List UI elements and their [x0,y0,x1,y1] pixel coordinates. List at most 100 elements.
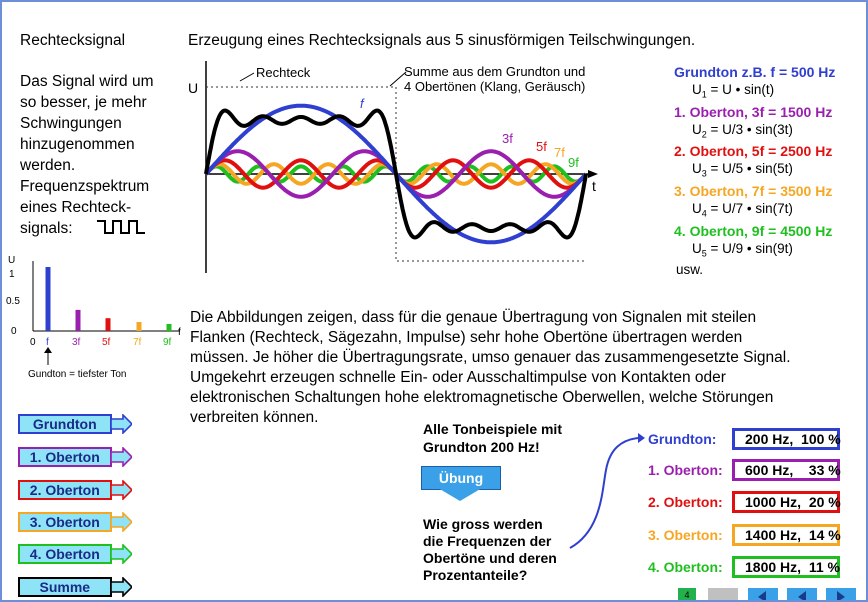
page-marker: 4 [678,588,696,600]
spectrum-y-tick: 1 [9,269,15,280]
harmonic-title: 3. Oberton, 7f = 3500 Hz [674,183,833,200]
spectrum-x-axis-label: f [178,327,181,338]
answer-value[interactable]: 1000 Hz, 20 % [732,491,841,513]
spectrum-y-label: U [8,255,15,266]
main-title: Erzeugung eines Rechtecksignals aus 5 si… [188,32,696,49]
answer-row: Grundton: 200 Hz, 100 % [648,426,841,452]
spectrum-bar [136,322,142,331]
spectrum-bar [105,318,111,331]
left-title: Rechtecksignal [20,32,126,49]
question-line: die Frequenzen der [423,533,552,549]
harmonic-formula: U1 = U • sin(t) [692,82,775,100]
play-button[interactable]: Summe [18,577,132,597]
spectrum-y-tick: 0 [11,326,17,337]
question-line: Prozentanteile? [423,567,528,583]
answer-value[interactable]: 600 Hz, 33 % [732,459,841,481]
spectrum-x-tick: 3f [72,337,81,348]
harmonic-formula: U3 = U/5 • sin(5t) [692,161,793,180]
curved-arrow-icon [569,433,645,549]
answer-row: 4. Oberton: 1800 Hz, 11 % [648,554,840,580]
square-wave-icon [97,220,145,234]
intro-line: hinzugenommen [20,136,135,153]
spectrum-x-tick: 5f [102,337,111,348]
rechteck-pointer [239,72,255,82]
intro-line: Schwingungen [20,115,122,132]
uebung-down-arrow-icon [438,488,482,501]
summe-label: Summe aus dem Grundton und 4 Obertönen (… [404,64,585,94]
arrow-right-icon [110,577,132,597]
spectrum-bar [45,267,51,331]
nav-blank-button[interactable] [708,588,738,600]
u-axis-label: U [188,80,198,96]
intro-text: Das Signal wird um so besser, je mehr Sc… [20,71,180,239]
next-page-icon [837,591,845,600]
frequency-spectrum-chart: U 1 0.5 0 0 f 3f 5f 7f 9f f Gundton = ti… [6,255,181,380]
f-label: f [360,96,365,111]
play-button-label: 4. Oberton [18,544,112,564]
arrow-right-icon [110,544,132,564]
summe-pointer [389,71,407,87]
answer-row: 2. Oberton: 1000 Hz, 20 % [648,489,841,515]
arrow-right-icon [110,512,132,532]
harmonic-title: Grundton z.B. f = 500 Hz [674,64,836,80]
uebung-button[interactable]: Übung [421,466,501,490]
play-button[interactable]: 3. Oberton [18,512,132,532]
answer-value[interactable]: 1400 Hz, 14 % [732,524,841,546]
question-line: Wie gross werden [423,516,543,532]
rechteck-label: Rechteck [256,65,311,80]
exercise-note-line: Grundton 200 Hz! [423,439,540,455]
answer-value[interactable]: 1800 Hz, 11 % [732,556,840,578]
arrow-right-icon [110,447,132,467]
answer-label: 1. Oberton: [648,462,723,478]
nav-next-button[interactable] [826,588,856,600]
summe-label-line: Summe aus dem Grundton und [404,64,586,79]
harmonic-formula: U5 = U/9 • sin(9t) [692,240,793,259]
spectrum-bar [75,309,81,331]
prev-page-icon [798,591,806,600]
body-line: müssen. Je höher die Übertragungsrate, u… [190,349,791,366]
spectrum-x-tick: 9f [163,337,172,348]
body-line: Flanken (Rechteck, Sägezahn, Impulse) se… [190,329,743,346]
7f-label: 7f [554,145,565,160]
play-button[interactable]: 1. Oberton [18,447,132,467]
summe-label-line: 4 Obertönen (Klang, Geräusch) [404,79,586,94]
spectrum-x-tick: 0 [30,337,36,348]
harmonic-list: Grundton z.B. f = 500 Hz U1 = U • sin(t) 1… [674,64,864,277]
body-line: elektronischen Schaltungen hohe elektrom… [190,389,774,406]
arrow-right-icon [110,480,132,500]
answer-label: 3. Oberton: [648,527,723,543]
play-button[interactable]: Grundton [18,414,132,434]
spectrum-x-tick: 7f [133,337,142,348]
play-button[interactable]: 4. Oberton [18,544,132,564]
play-button-label: 1. Oberton [18,447,112,467]
answer-value[interactable]: 200 Hz, 100 % [732,428,841,450]
intro-line: Das Signal wird um [20,73,154,90]
body-line: Umgekehrt erzeugen schnelle Ein- oder Au… [190,369,726,386]
harmonic-title: 1. Oberton, 3f = 1500 Hz [674,103,833,120]
arrow-right-icon [110,414,132,434]
nav-first-button[interactable] [748,588,778,600]
t-axis-label: t [592,178,596,194]
answer-label: 2. Oberton: [648,494,723,510]
body-line: Die Abbildungen zeigen, dass für die gen… [190,309,757,326]
play-button[interactable]: 2. Oberton [18,480,132,500]
9f-label: 9f [568,155,579,170]
nav-prev-button[interactable] [787,588,817,600]
exercise-note: Alle Tonbeispiele mit Grundton 200 Hz! [423,420,562,456]
first-page-icon [758,591,766,600]
spectrum-bar [166,323,172,331]
intro-line: so besser, je mehr [20,94,147,111]
exercise-question: Wie gross werden die Frequenzen der Ober… [423,516,557,584]
spectrum-y-tick: 0.5 [6,296,20,307]
intro-line: werden. [20,157,76,174]
play-button-label: Grundton [18,414,112,434]
exercise-note-line: Alle Tonbeispiele mit [423,421,562,437]
play-button-label: 3. Oberton [18,512,112,532]
harmonic-formula: U4 = U/7 • sin(7t) [692,201,793,219]
spectrum-bars [45,267,172,331]
harmonic-formula: U2 = U/3 • sin(3t) [692,121,793,140]
answer-label: Grundton: [648,431,717,447]
3f-label: 3f [502,131,513,146]
t-axis-arrowhead [588,170,598,178]
5f-label: 5f [536,139,547,154]
